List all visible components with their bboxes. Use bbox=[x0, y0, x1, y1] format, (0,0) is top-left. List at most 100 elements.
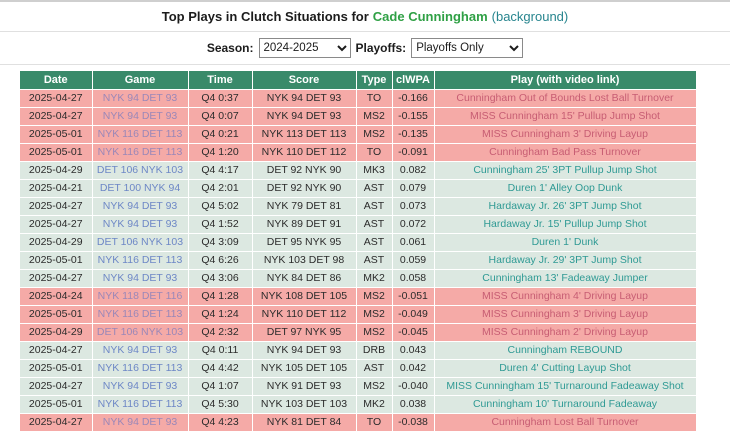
time-cell: Q4 0:11 bbox=[188, 341, 253, 360]
table-row: 2025-04-27 NYK 94 DET 93 Q4 1:52 NYK 89 … bbox=[20, 215, 697, 234]
clwpa-cell: -0.135 bbox=[392, 125, 435, 144]
season-label: Season: bbox=[206, 41, 254, 55]
game-link[interactable]: NYK 94 DET 93 bbox=[92, 215, 189, 234]
table-row: 2025-04-29 DET 106 NYK 103 Q4 2:32 DET 9… bbox=[20, 323, 697, 342]
background-link[interactable]: (background) bbox=[492, 9, 569, 24]
game-link[interactable]: DET 106 NYK 103 bbox=[92, 323, 189, 342]
game-link[interactable]: DET 100 NYK 94 bbox=[92, 179, 189, 198]
filter-controls: Season: 2024-2025 Playoffs: Playoffs Onl… bbox=[0, 32, 730, 65]
game-link[interactable]: NYK 116 DET 113 bbox=[92, 143, 189, 162]
game-link[interactable]: NYK 116 DET 113 bbox=[92, 251, 189, 270]
table-row: 2025-05-01 NYK 116 DET 113 Q4 1:24 NYK 1… bbox=[20, 305, 697, 324]
table-row: 2025-05-01 NYK 116 DET 113 Q4 6:26 NYK 1… bbox=[20, 251, 697, 270]
play-link[interactable]: MISS Cunningham 15' Pullup Jump Shot bbox=[434, 107, 697, 126]
plays-table-container: Date Game Time Score Type clWPA Play (wi… bbox=[0, 65, 730, 432]
play-link[interactable]: MISS Cunningham 2' Driving Layup bbox=[434, 323, 697, 342]
game-link[interactable]: DET 106 NYK 103 bbox=[92, 233, 189, 252]
playoffs-label: Playoffs: bbox=[355, 41, 407, 55]
clwpa-cell: 0.082 bbox=[392, 161, 435, 180]
column-header-time: Time bbox=[188, 71, 253, 90]
clwpa-cell: 0.058 bbox=[392, 269, 435, 288]
clwpa-cell: 0.038 bbox=[392, 395, 435, 414]
date-cell: 2025-04-27 bbox=[20, 341, 93, 360]
game-link[interactable]: NYK 94 DET 93 bbox=[92, 269, 189, 288]
play-link[interactable]: Duren 4' Cutting Layup Shot bbox=[434, 359, 697, 378]
play-link[interactable]: Duren 1' Alley Oop Dunk bbox=[434, 179, 697, 198]
time-cell: Q4 2:01 bbox=[188, 179, 253, 198]
type-cell: MS2 bbox=[356, 287, 393, 306]
type-cell: MK3 bbox=[356, 161, 393, 180]
clwpa-cell: -0.038 bbox=[392, 413, 435, 432]
date-cell: 2025-05-01 bbox=[20, 251, 93, 270]
game-link[interactable]: NYK 94 DET 93 bbox=[92, 413, 189, 432]
play-link[interactable]: Hardaway Jr. 15' Pullup Jump Shot bbox=[434, 215, 697, 234]
score-cell: NYK 103 DET 98 bbox=[252, 251, 357, 270]
play-link[interactable]: Cunningham Bad Pass Turnover bbox=[434, 143, 697, 162]
column-header-score: Score bbox=[252, 71, 357, 90]
playoffs-select[interactable]: Playoffs Only bbox=[411, 38, 524, 58]
type-cell: AST bbox=[356, 215, 393, 234]
play-link[interactable]: MISS Cunningham 3' Driving Layup bbox=[434, 125, 697, 144]
time-cell: Q4 2:32 bbox=[188, 323, 253, 342]
clwpa-cell: -0.040 bbox=[392, 377, 435, 396]
score-cell: NYK 105 DET 105 bbox=[252, 359, 357, 378]
table-body: 2025-04-27 NYK 94 DET 93 Q4 0:37 NYK 94 … bbox=[20, 89, 697, 432]
date-cell: 2025-04-27 bbox=[20, 197, 93, 216]
type-cell: TO bbox=[356, 89, 393, 108]
season-select[interactable]: 2024-2025 bbox=[258, 38, 351, 58]
date-cell: 2025-05-01 bbox=[20, 359, 93, 378]
game-link[interactable]: NYK 116 DET 113 bbox=[92, 125, 189, 144]
score-cell: NYK 113 DET 113 bbox=[252, 125, 357, 144]
play-link[interactable]: Hardaway Jr. 29' 3PT Jump Shot bbox=[434, 251, 697, 270]
table-row: 2025-04-27 NYK 94 DET 93 Q4 0:37 NYK 94 … bbox=[20, 89, 697, 108]
clwpa-cell: -0.155 bbox=[392, 107, 435, 126]
type-cell: AST bbox=[356, 233, 393, 252]
table-row: 2025-04-27 NYK 94 DET 93 Q4 5:02 NYK 79 … bbox=[20, 197, 697, 216]
type-cell: AST bbox=[356, 179, 393, 198]
date-cell: 2025-05-01 bbox=[20, 143, 93, 162]
game-link[interactable]: NYK 94 DET 93 bbox=[92, 341, 189, 360]
game-link[interactable]: NYK 116 DET 113 bbox=[92, 359, 189, 378]
play-link[interactable]: Cunningham 25' 3PT Pullup Jump Shot bbox=[434, 161, 697, 180]
game-link[interactable]: NYK 94 DET 93 bbox=[92, 89, 189, 108]
table-row: 2025-04-27 NYK 94 DET 93 Q4 4:23 NYK 81 … bbox=[20, 413, 697, 432]
game-link[interactable]: DET 106 NYK 103 bbox=[92, 161, 189, 180]
play-link[interactable]: MISS Cunningham 4' Driving Layup bbox=[434, 287, 697, 306]
type-cell: MS2 bbox=[356, 107, 393, 126]
game-link[interactable]: NYK 116 DET 113 bbox=[92, 395, 189, 414]
play-link[interactable]: Duren 1' Dunk bbox=[434, 233, 697, 252]
date-cell: 2025-04-24 bbox=[20, 287, 93, 306]
play-link[interactable]: Cunningham Out of Bounds Lost Ball Turno… bbox=[434, 89, 697, 108]
time-cell: Q4 5:02 bbox=[188, 197, 253, 216]
play-link[interactable]: Cunningham Lost Ball Turnover bbox=[434, 413, 697, 432]
table-row: 2025-05-01 NYK 116 DET 113 Q4 4:42 NYK 1… bbox=[20, 359, 697, 378]
time-cell: Q4 1:07 bbox=[188, 377, 253, 396]
game-link[interactable]: NYK 94 DET 93 bbox=[92, 107, 189, 126]
time-cell: Q4 4:23 bbox=[188, 413, 253, 432]
date-cell: 2025-04-27 bbox=[20, 107, 93, 126]
table-header-row: Date Game Time Score Type clWPA Play (wi… bbox=[20, 71, 697, 90]
game-link[interactable]: NYK 94 DET 93 bbox=[92, 377, 189, 396]
play-link[interactable]: MISS Cunningham 3' Driving Layup bbox=[434, 305, 697, 324]
clwpa-cell: 0.072 bbox=[392, 215, 435, 234]
play-link[interactable]: Hardaway Jr. 26' 3PT Jump Shot bbox=[434, 197, 697, 216]
time-cell: Q4 0:37 bbox=[188, 89, 253, 108]
title-prefix: Top Plays in Clutch Situations for bbox=[161, 9, 369, 24]
column-header-date: Date bbox=[20, 71, 93, 90]
score-cell: NYK 84 DET 86 bbox=[252, 269, 357, 288]
game-link[interactable]: NYK 116 DET 113 bbox=[92, 305, 189, 324]
play-link[interactable]: Cunningham 10' Turnaround Fadeaway bbox=[434, 395, 697, 414]
game-link[interactable]: NYK 118 DET 116 bbox=[92, 287, 189, 306]
clwpa-cell: 0.042 bbox=[392, 359, 435, 378]
score-cell: NYK 94 DET 93 bbox=[252, 89, 357, 108]
play-link[interactable]: Cunningham 13' Fadeaway Jumper bbox=[434, 269, 697, 288]
play-link[interactable]: MISS Cunningham 15' Turnaround Fadeaway … bbox=[434, 377, 697, 396]
table-row: 2025-04-24 NYK 118 DET 116 Q4 1:28 NYK 1… bbox=[20, 287, 697, 306]
type-cell: DRB bbox=[356, 341, 393, 360]
time-cell: Q4 4:17 bbox=[188, 161, 253, 180]
play-link[interactable]: Cunningham REBOUND bbox=[434, 341, 697, 360]
time-cell: Q4 1:28 bbox=[188, 287, 253, 306]
clwpa-cell: -0.166 bbox=[392, 89, 435, 108]
game-link[interactable]: NYK 94 DET 93 bbox=[92, 197, 189, 216]
date-cell: 2025-05-01 bbox=[20, 395, 93, 414]
